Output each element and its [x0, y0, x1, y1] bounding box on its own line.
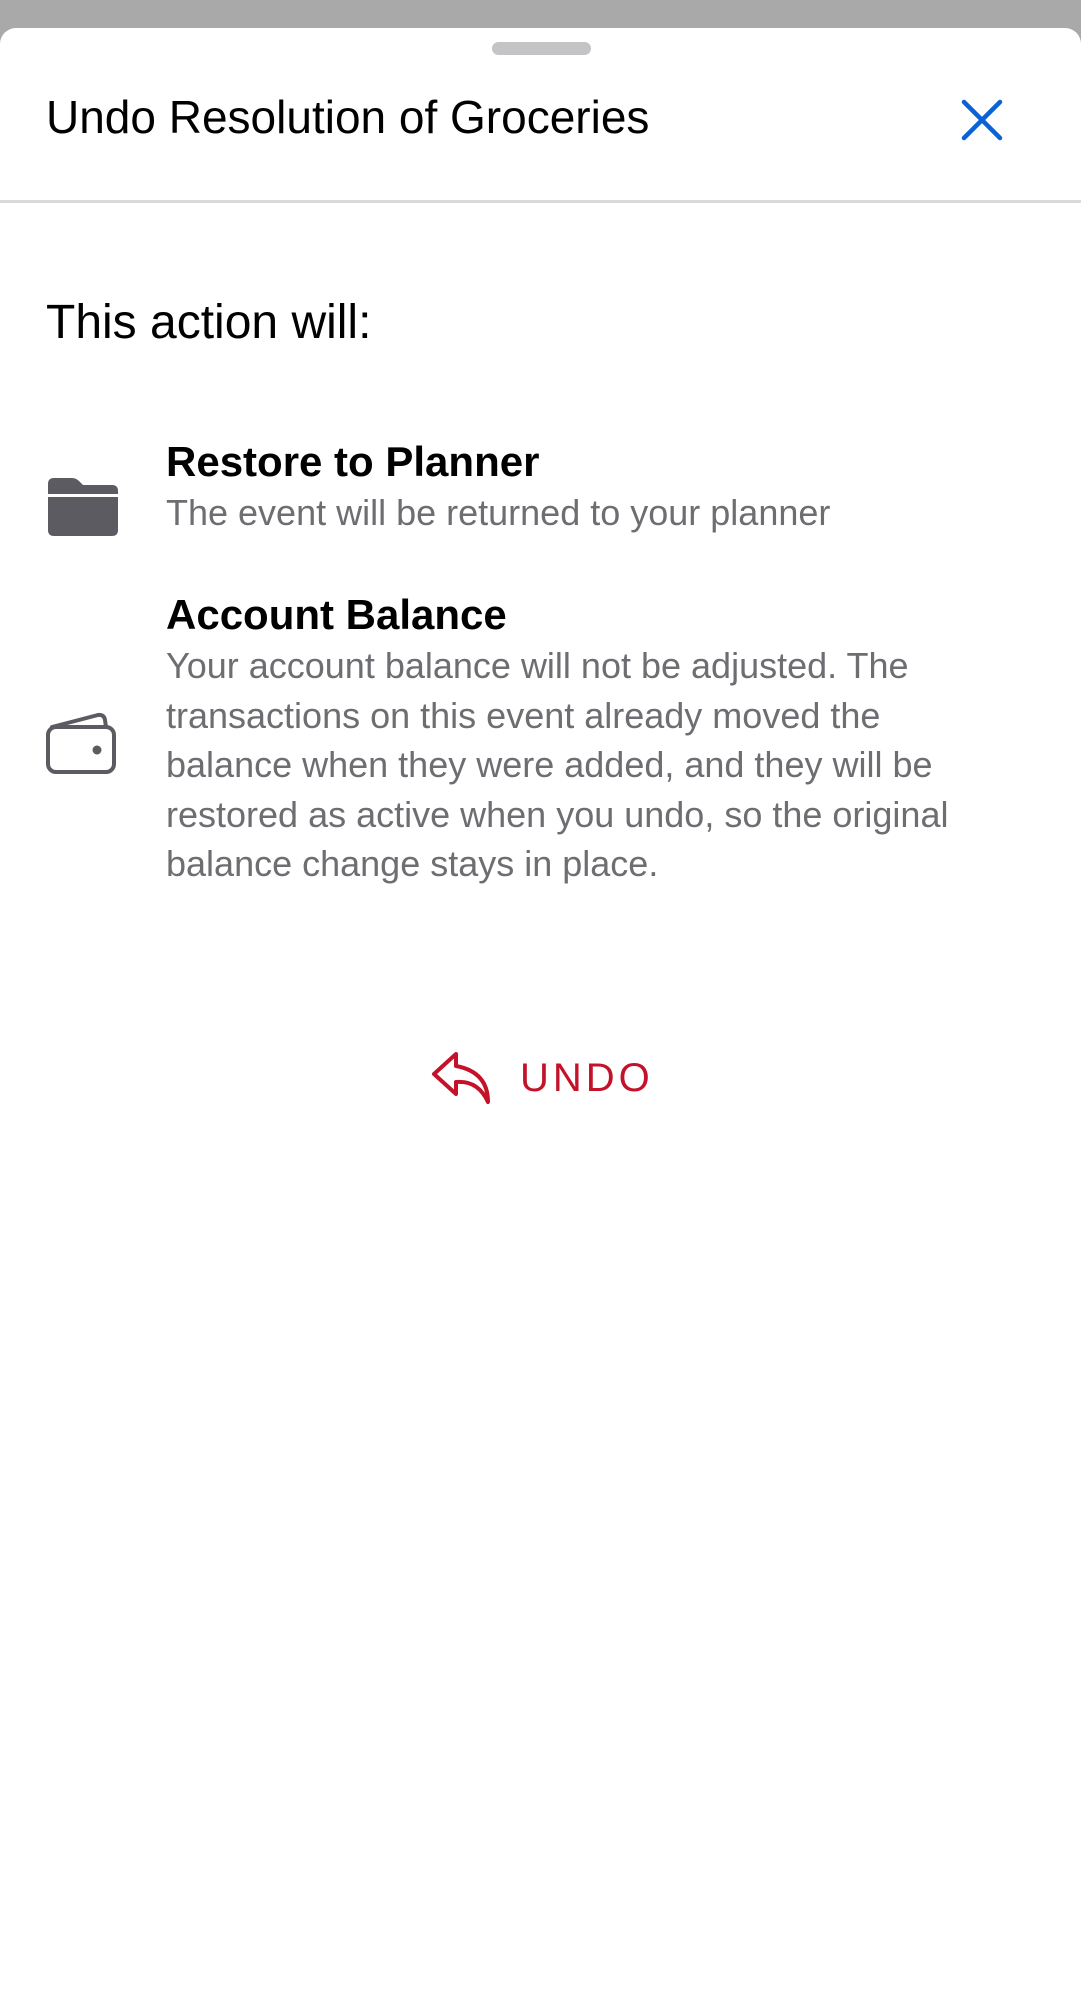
- list-item-balance: Account Balance Your account balance wil…: [0, 589, 1081, 919]
- header-divider: [0, 200, 1081, 203]
- folder-icon: [46, 476, 120, 538]
- item-description: Your account balance will not be adjuste…: [166, 645, 949, 884]
- close-button[interactable]: [950, 88, 1014, 152]
- close-icon: [961, 99, 1003, 141]
- reply-arrow-icon: [432, 1052, 490, 1104]
- bottom-sheet: Undo Resolution of Groceries This action…: [0, 28, 1081, 1999]
- sheet-grabber[interactable]: [492, 42, 591, 55]
- item-title: Account Balance: [166, 591, 507, 638]
- undo-label: UNDO: [520, 1056, 654, 1100]
- item-description: The event will be returned to your plann…: [166, 492, 831, 533]
- sheet-title: Undo Resolution of Groceries: [46, 91, 650, 143]
- wallet-icon: [46, 709, 116, 775]
- undo-button[interactable]: UNDO: [430, 1038, 654, 1118]
- list-item-restore: Restore to Planner The event will be ret…: [0, 436, 1081, 566]
- item-title: Restore to Planner: [166, 438, 540, 485]
- action-intro: This action will:: [46, 296, 372, 349]
